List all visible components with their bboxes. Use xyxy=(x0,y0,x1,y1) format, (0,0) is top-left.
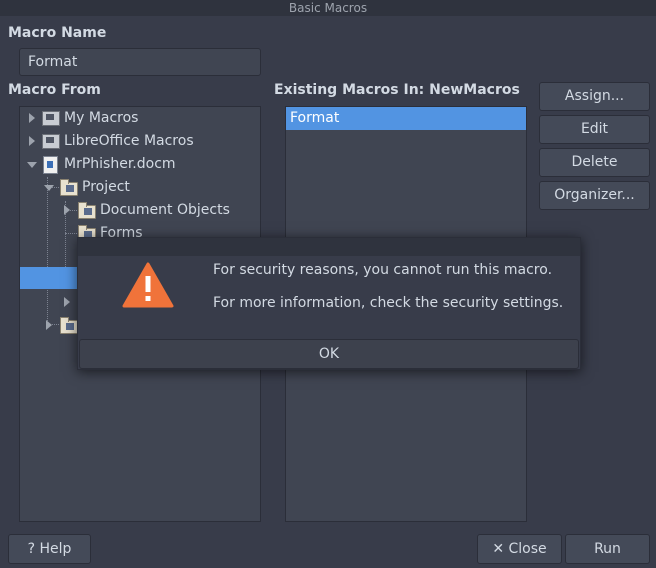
expand-arrow-icon[interactable] xyxy=(64,205,70,215)
tree-item-project[interactable]: Project xyxy=(20,176,260,198)
folder-icon xyxy=(78,202,96,219)
macro-list-item[interactable]: Format xyxy=(286,107,526,130)
dialog-detail: For more information, check the security… xyxy=(213,295,564,311)
existing-macros-label: Existing Macros In: NewMacros xyxy=(274,82,520,98)
tree-item-document[interactable]: MrPhisher.docm xyxy=(20,153,260,175)
security-warning-dialog: For security reasons, you cannot run thi… xyxy=(77,237,581,370)
tree-item-label: MrPhisher.docm xyxy=(64,156,176,172)
tree-item-label: Document Objects xyxy=(100,202,230,218)
computer-icon xyxy=(42,134,60,149)
help-icon: ? xyxy=(27,541,36,557)
tree-item-my-macros[interactable]: My Macros xyxy=(20,107,260,129)
dialog-titlebar xyxy=(78,238,580,256)
warning-icon xyxy=(122,262,174,308)
computer-icon xyxy=(42,111,60,126)
window-title: Basic Macros xyxy=(0,0,656,16)
dialog-message: For security reasons, you cannot run thi… xyxy=(213,262,553,278)
assign-button[interactable]: Assign... xyxy=(539,82,650,111)
folder-icon xyxy=(60,179,78,196)
tree-item-label: My Macros xyxy=(64,110,139,126)
help-button[interactable]: ? Help xyxy=(8,534,91,564)
tree-item-libreoffice-macros[interactable]: LibreOffice Macros xyxy=(20,130,260,152)
close-icon: ✕ xyxy=(492,541,505,557)
macro-from-label: Macro From xyxy=(8,82,101,98)
help-label: Help xyxy=(39,541,72,557)
folder-icon xyxy=(60,317,78,334)
close-button[interactable]: ✕ Close xyxy=(477,534,562,564)
collapse-arrow-icon[interactable] xyxy=(27,162,37,168)
expand-arrow-icon[interactable] xyxy=(46,320,52,330)
document-icon xyxy=(43,156,58,174)
tree-item-label: Project xyxy=(82,179,130,195)
run-button[interactable]: Run xyxy=(565,534,650,564)
organizer-button[interactable]: Organizer... xyxy=(539,181,650,210)
edit-button[interactable]: Edit xyxy=(539,115,650,144)
macro-name-input[interactable]: Format xyxy=(19,48,261,76)
expand-arrow-icon[interactable] xyxy=(29,113,35,123)
collapse-arrow-icon[interactable] xyxy=(44,185,54,191)
close-label: Close xyxy=(508,541,547,557)
tree-item-label: LibreOffice Macros xyxy=(64,133,194,149)
macro-name-label: Macro Name xyxy=(8,25,107,41)
ok-button[interactable]: OK xyxy=(79,339,579,369)
expand-arrow-icon[interactable] xyxy=(29,136,35,146)
tree-item-document-objects[interactable]: Document Objects xyxy=(20,199,260,221)
delete-button[interactable]: Delete xyxy=(539,148,650,177)
expand-arrow-icon[interactable] xyxy=(64,297,70,307)
